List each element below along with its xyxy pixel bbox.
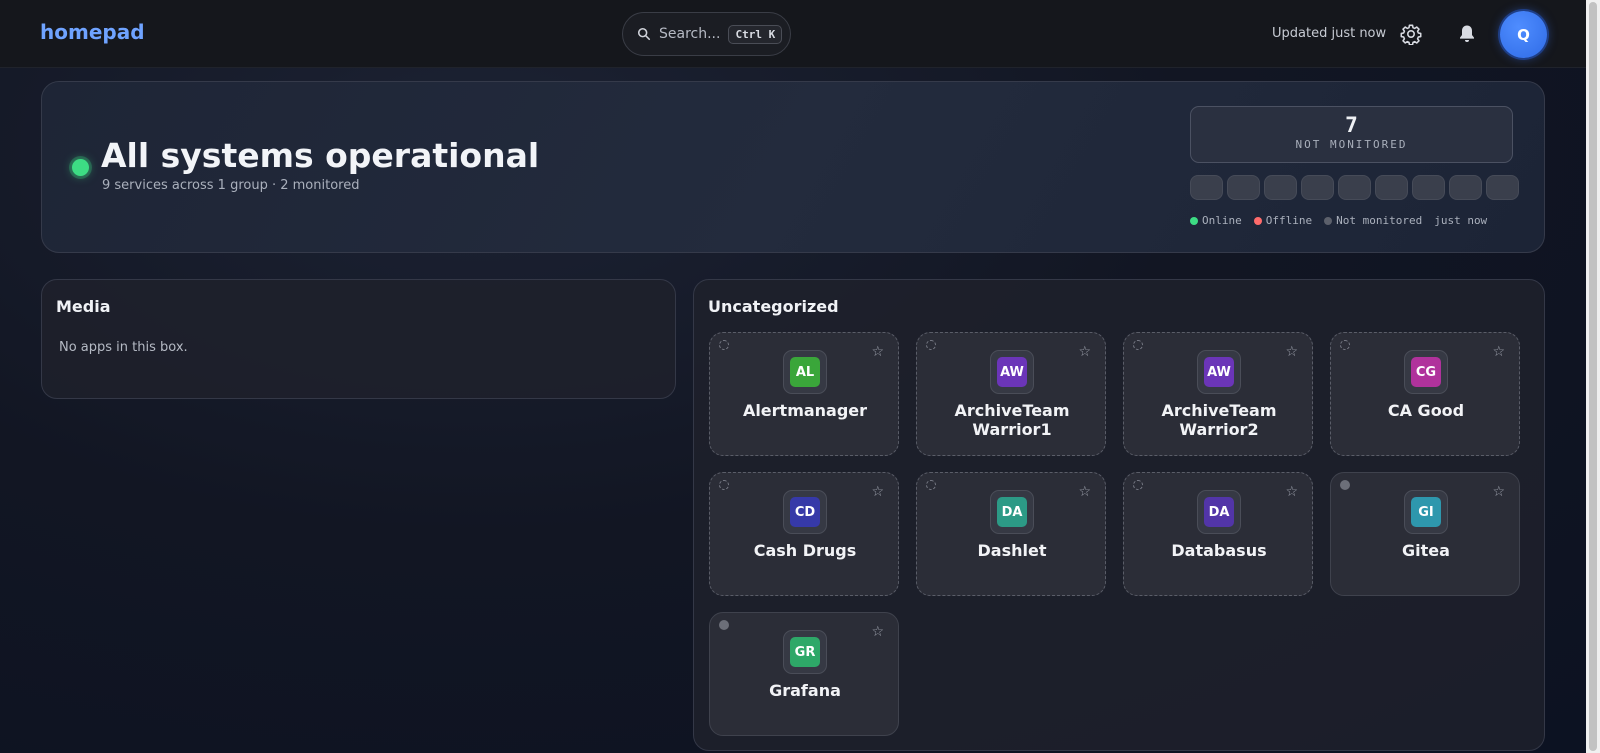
app-name: Grafana bbox=[769, 681, 841, 700]
app-initials: DA bbox=[997, 497, 1027, 527]
bell-icon[interactable] bbox=[1458, 24, 1476, 44]
app-icon: CD bbox=[783, 490, 827, 534]
app-tile[interactable]: ☆ GI Gitea bbox=[1330, 472, 1520, 596]
star-icon[interactable]: ☆ bbox=[871, 344, 884, 360]
star-icon[interactable]: ☆ bbox=[1492, 484, 1505, 500]
star-icon[interactable]: ☆ bbox=[1285, 484, 1298, 500]
app-initials: GI bbox=[1411, 497, 1441, 527]
status-pill[interactable] bbox=[1264, 175, 1297, 200]
app-tile[interactable]: ☆ CD Cash Drugs bbox=[709, 472, 899, 596]
status-title: All systems operational bbox=[101, 136, 540, 175]
brand-logo[interactable]: homepad bbox=[40, 20, 145, 44]
app-icon: GI bbox=[1404, 490, 1448, 534]
monitor-status-dot bbox=[1133, 340, 1143, 350]
app-name: Dashlet bbox=[977, 541, 1047, 560]
legend-not-monitored: Not monitored bbox=[1324, 214, 1422, 227]
monitor-status-dot bbox=[926, 340, 936, 350]
monitor-status-dot bbox=[926, 480, 936, 490]
app-name: Gitea bbox=[1402, 541, 1450, 560]
legend-online: Online bbox=[1190, 214, 1242, 227]
status-pill[interactable] bbox=[1412, 175, 1445, 200]
monitor-status-dot bbox=[719, 620, 729, 630]
app-initials: AL bbox=[790, 357, 820, 387]
app-name: ArchiveTeam Warrior1 bbox=[954, 401, 1070, 439]
app-tile[interactable]: ☆ AW ArchiveTeam Warrior2 bbox=[1123, 332, 1313, 456]
search-placeholder: Search... bbox=[659, 26, 721, 42]
app-tile[interactable]: ☆ DA Dashlet bbox=[916, 472, 1106, 596]
app-name: Alertmanager bbox=[742, 401, 868, 420]
app-icon: GR bbox=[783, 630, 827, 674]
app-icon: AW bbox=[990, 350, 1034, 394]
monitor-status-dot bbox=[1133, 480, 1143, 490]
app-initials: AW bbox=[997, 357, 1027, 387]
status-pill[interactable] bbox=[1227, 175, 1260, 200]
status-dot bbox=[72, 159, 89, 176]
status-pill[interactable] bbox=[1375, 175, 1408, 200]
star-icon[interactable]: ☆ bbox=[1078, 344, 1091, 360]
group-title-media: Media bbox=[56, 297, 111, 316]
legend-offline: Offline bbox=[1253, 214, 1312, 227]
app-tile[interactable]: ☆ GR Grafana bbox=[709, 612, 899, 736]
legend-offline-dot bbox=[1253, 216, 1262, 225]
legend-time: just now bbox=[1434, 214, 1488, 227]
app-icon: DA bbox=[990, 490, 1034, 534]
star-icon[interactable]: ☆ bbox=[1285, 344, 1298, 360]
status-pill[interactable] bbox=[1190, 175, 1223, 200]
monitor-status-dot bbox=[719, 340, 729, 350]
app-initials: CD bbox=[790, 497, 820, 527]
counter-label: NOT MONITORED bbox=[1295, 138, 1408, 151]
app-name: CA Good bbox=[1387, 401, 1465, 420]
app-name: Databasus bbox=[1171, 541, 1267, 560]
not-monitored-counter: 7 NOT MONITORED bbox=[1190, 106, 1513, 163]
legend-online-dot bbox=[1190, 216, 1198, 225]
star-icon[interactable]: ☆ bbox=[1492, 344, 1505, 360]
group-media bbox=[41, 279, 676, 399]
app-name: Cash Drugs bbox=[753, 541, 857, 560]
app-icon: AW bbox=[1197, 350, 1241, 394]
user-avatar[interactable]: Q bbox=[1500, 11, 1547, 58]
status-pill[interactable] bbox=[1301, 175, 1334, 200]
app-tile[interactable]: ☆ DA Databasus bbox=[1123, 472, 1313, 596]
app-name: ArchiveTeam Warrior2 bbox=[1161, 401, 1277, 439]
app-icon: CG bbox=[1404, 350, 1448, 394]
app-initials: AW bbox=[1204, 357, 1234, 387]
app-tile[interactable]: ☆ AW ArchiveTeam Warrior1 bbox=[916, 332, 1106, 456]
star-icon[interactable]: ☆ bbox=[871, 624, 884, 640]
scrollbar-thumb[interactable] bbox=[1589, 2, 1597, 751]
search-icon bbox=[637, 27, 651, 41]
monitor-status-dot bbox=[1340, 340, 1350, 350]
gear-icon[interactable] bbox=[1400, 23, 1422, 45]
app-initials: CG bbox=[1411, 357, 1441, 387]
service-status-pills bbox=[1190, 175, 1519, 200]
status-subtitle: 9 services across 1 group · 2 monitored bbox=[102, 178, 360, 193]
status-pill[interactable] bbox=[1338, 175, 1371, 200]
counter-value: 7 bbox=[1345, 113, 1358, 137]
monitor-status-dot bbox=[719, 480, 729, 490]
app-tile[interactable]: ☆ CG CA Good bbox=[1330, 332, 1520, 456]
status-pill[interactable] bbox=[1486, 175, 1519, 200]
monitor-status-dot bbox=[1340, 480, 1350, 490]
app-tile[interactable]: ☆ AL Alertmanager bbox=[709, 332, 899, 456]
app-initials: DA bbox=[1204, 497, 1234, 527]
updated-status: Updated just now bbox=[1272, 26, 1387, 41]
star-icon[interactable]: ☆ bbox=[871, 484, 884, 500]
status-legend: Online Offline Not monitored just now bbox=[1190, 214, 1487, 227]
legend-not-monitored-dot bbox=[1324, 216, 1333, 225]
search-shortcut-hint: Ctrl K bbox=[728, 24, 783, 44]
group-title-uncategorized: Uncategorized bbox=[708, 297, 839, 316]
status-pill[interactable] bbox=[1449, 175, 1482, 200]
star-icon[interactable]: ☆ bbox=[1078, 484, 1091, 500]
app-icon: AL bbox=[783, 350, 827, 394]
app-icon: DA bbox=[1197, 490, 1241, 534]
search-box[interactable]: Search... Ctrl K bbox=[622, 12, 791, 56]
empty-box-message: No apps in this box. bbox=[59, 340, 188, 355]
app-initials: GR bbox=[790, 637, 820, 667]
